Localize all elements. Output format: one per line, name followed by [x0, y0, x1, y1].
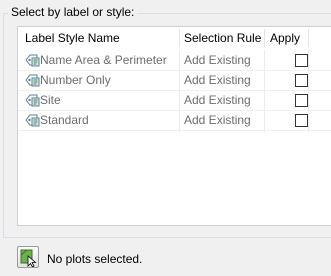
- column-separator[interactable]: [308, 29, 309, 47]
- label-style-name: Name Area & Perimeter: [40, 53, 167, 67]
- column-header-apply[interactable]: Apply: [270, 27, 300, 49]
- table-row[interactable]: Name Area & Perimeter Add Existing: [18, 51, 331, 70]
- apply-checkbox[interactable]: [295, 54, 308, 67]
- column-separator[interactable]: [179, 29, 180, 47]
- label-style-name: Number Only: [40, 73, 111, 87]
- selection-rule[interactable]: Add Existing: [184, 71, 251, 90]
- column-header-selection-rule[interactable]: Selection Rule: [184, 27, 261, 49]
- pick-plots-button[interactable]: [17, 246, 39, 268]
- table-row[interactable]: Standard Add Existing: [18, 111, 331, 130]
- label-style-name: Standard: [40, 113, 89, 127]
- apply-checkbox[interactable]: [295, 114, 308, 127]
- label-style-icon: [25, 114, 40, 127]
- label-style-name: Site: [40, 93, 61, 107]
- label-style-list[interactable]: Label Style Name Selection Rule Apply Na…: [17, 26, 331, 226]
- label-style-icon: [25, 94, 40, 107]
- row-divider: [18, 130, 331, 131]
- apply-checkbox[interactable]: [295, 74, 308, 87]
- pick-plots-icon: [20, 249, 37, 267]
- selection-rule[interactable]: Add Existing: [184, 111, 251, 130]
- column-header-label-style-name[interactable]: Label Style Name: [25, 27, 120, 49]
- table-row[interactable]: Number Only Add Existing: [18, 71, 331, 90]
- group-title: Select by label or style:: [8, 5, 138, 19]
- label-style-icon: [25, 74, 40, 87]
- apply-checkbox[interactable]: [295, 94, 308, 107]
- label-style-icon: [25, 54, 40, 67]
- selection-rule[interactable]: Add Existing: [184, 91, 251, 110]
- column-separator[interactable]: [264, 29, 265, 47]
- table-row[interactable]: Site Add Existing: [18, 91, 331, 110]
- status-bar: No plots selected.: [0, 238, 331, 276]
- selection-rule[interactable]: Add Existing: [184, 51, 251, 70]
- status-text: No plots selected.: [47, 252, 143, 266]
